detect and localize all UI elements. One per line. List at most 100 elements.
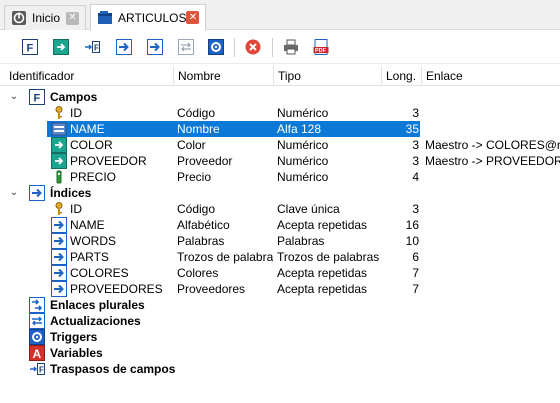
row-nombre: Nombre xyxy=(177,122,220,136)
column-long[interactable]: Long. xyxy=(381,66,421,86)
tree-group-label: Traspasos de campos xyxy=(50,362,176,376)
table-row[interactable]: PROVEEDORES Proveedores Acepta repetidas… xyxy=(0,281,560,297)
row-identificador: NAME xyxy=(70,122,105,136)
table-row[interactable]: ID Código Numérico 3 xyxy=(0,105,560,121)
delete-icon[interactable] xyxy=(245,39,261,55)
tree-group-label: Triggers xyxy=(50,330,98,344)
row-nombre: Colores xyxy=(177,266,219,280)
update-arrows-icon[interactable] xyxy=(178,39,194,55)
table-row[interactable]: ID Código Clave única 3 xyxy=(0,201,560,217)
tree-group-traspasos[interactable]: F Traspasos de campos xyxy=(0,361,560,377)
column-enlace[interactable]: Enlace xyxy=(421,66,560,86)
row-identificador: PROVEEDORES xyxy=(70,282,163,296)
tree-group-enlaces-plurales[interactable]: Enlaces plurales xyxy=(0,297,560,313)
table-row[interactable]: NAME Alfabético Acepta repetidas 16 xyxy=(0,217,560,233)
row-enlace: Maestro -> COLORES@rsi xyxy=(425,138,560,152)
table-row[interactable]: PRECIO Precio Numérico 4 xyxy=(0,169,560,185)
tab-inicio[interactable]: Inicio ✕ xyxy=(4,5,86,30)
close-icon[interactable]: ✕ xyxy=(66,11,79,25)
table-row[interactable]: WORDS Palabras Palabras 10 xyxy=(0,233,560,249)
table-row-selected[interactable]: NAME Nombre Alfa 128 35 xyxy=(0,121,560,137)
index-icon xyxy=(51,233,67,249)
table-row[interactable]: PROVEEDOR Proveedor Numérico 3 Maestro -… xyxy=(0,153,560,169)
home-icon xyxy=(12,11,26,25)
field-transfer-icon: F xyxy=(30,363,45,375)
tab-label: Inicio xyxy=(32,11,61,25)
chevron-down-icon[interactable]: ⌄ xyxy=(8,91,20,103)
svg-text:F: F xyxy=(27,43,34,55)
toolbar-separator xyxy=(234,38,235,57)
column-identificador[interactable]: Identificador xyxy=(5,66,173,86)
row-long: 6 xyxy=(412,250,419,264)
row-tipo: Acepta repetidas xyxy=(277,266,368,280)
tree-group-campos[interactable]: ⌄ F Campos xyxy=(0,89,560,105)
arrow-right-icon[interactable] xyxy=(116,39,132,55)
column-tipo[interactable]: Tipo xyxy=(273,66,381,86)
tree-group-triggers[interactable]: Triggers xyxy=(0,329,560,345)
arrow-right-icon[interactable] xyxy=(147,39,163,55)
index-icon xyxy=(51,249,67,265)
index-icon xyxy=(29,185,45,201)
row-tipo: Numérico xyxy=(277,170,329,184)
row-identificador: ID xyxy=(70,106,82,120)
row-long: 3 xyxy=(412,106,419,120)
link-field-icon xyxy=(51,153,67,169)
row-long: 3 xyxy=(412,202,419,216)
row-enlace: Maestro -> PROVEEDORES xyxy=(425,154,560,168)
row-tipo: Clave única xyxy=(277,202,340,216)
tree-group-indices[interactable]: ⌄ Índices xyxy=(0,185,560,201)
tree-group-label: Índices xyxy=(50,186,92,200)
close-icon[interactable]: ✕ xyxy=(186,11,200,24)
column-header: Identificador Nombre Tipo Long. Enlace xyxy=(0,66,560,86)
tab-label: ARTICULOS xyxy=(118,10,187,25)
table-row[interactable]: COLORES Colores Acepta repetidas 7 xyxy=(0,265,560,281)
updates-icon xyxy=(29,313,45,329)
index-icon xyxy=(51,281,67,297)
variables-icon: A xyxy=(29,345,45,361)
row-nombre: Color xyxy=(177,138,206,152)
row-nombre: Código xyxy=(177,106,216,120)
arrow-right-icon[interactable] xyxy=(53,39,69,55)
row-nombre: Precio xyxy=(177,170,212,184)
row-long: 7 xyxy=(412,266,419,280)
link-field-icon xyxy=(51,137,67,153)
tree-group-variables[interactable]: A Variables xyxy=(0,345,560,361)
table-row[interactable]: COLOR Color Numérico 3 Maestro -> COLORE… xyxy=(0,137,560,153)
fields-icon[interactable]: F xyxy=(22,39,38,55)
table-row[interactable]: PARTS Trozos de palabras Trozos de palab… xyxy=(0,249,560,265)
row-long: 3 xyxy=(412,138,419,152)
row-tipo: Acepta repetidas xyxy=(277,282,368,296)
import-arrow-icon[interactable]: F xyxy=(84,39,100,55)
svg-text:F: F xyxy=(94,44,99,53)
row-long: 3 xyxy=(412,154,419,168)
toolbar: F F PDF xyxy=(0,31,560,64)
row-nombre: Proveedores xyxy=(177,282,246,296)
gear-icon xyxy=(29,329,45,345)
plural-links-icon xyxy=(29,297,45,313)
gear-icon[interactable] xyxy=(208,39,224,55)
tree-group-actualizaciones[interactable]: Actualizaciones xyxy=(0,313,560,329)
key-icon xyxy=(55,106,63,119)
row-nombre: Palabras xyxy=(177,234,225,248)
row-identificador: PROVEEDOR xyxy=(70,154,147,168)
column-nombre[interactable]: Nombre xyxy=(173,66,273,86)
row-long: 16 xyxy=(405,218,419,232)
field-icon xyxy=(51,122,67,136)
row-tipo: Palabras xyxy=(277,234,325,248)
row-tipo: Numérico xyxy=(277,106,329,120)
index-icon xyxy=(51,217,67,233)
print-icon[interactable] xyxy=(283,39,299,55)
tab-articulos[interactable]: ARTICULOS ✕ xyxy=(90,4,206,31)
row-nombre: Proveedor xyxy=(177,154,233,168)
key-icon xyxy=(55,202,63,215)
row-identificador: PRECIO xyxy=(70,170,117,184)
tab-strip: Inicio ✕ ARTICULOS ✕ xyxy=(0,0,560,31)
row-identificador: WORDS xyxy=(70,234,116,248)
svg-text:A: A xyxy=(33,347,42,361)
row-identificador: COLORES xyxy=(70,266,129,280)
row-long: 4 xyxy=(412,170,419,184)
chevron-down-icon[interactable]: ⌄ xyxy=(8,187,20,199)
row-tipo: Numérico xyxy=(277,154,329,168)
pdf-icon[interactable]: PDF xyxy=(313,39,329,55)
row-identificador: PARTS xyxy=(70,250,109,264)
